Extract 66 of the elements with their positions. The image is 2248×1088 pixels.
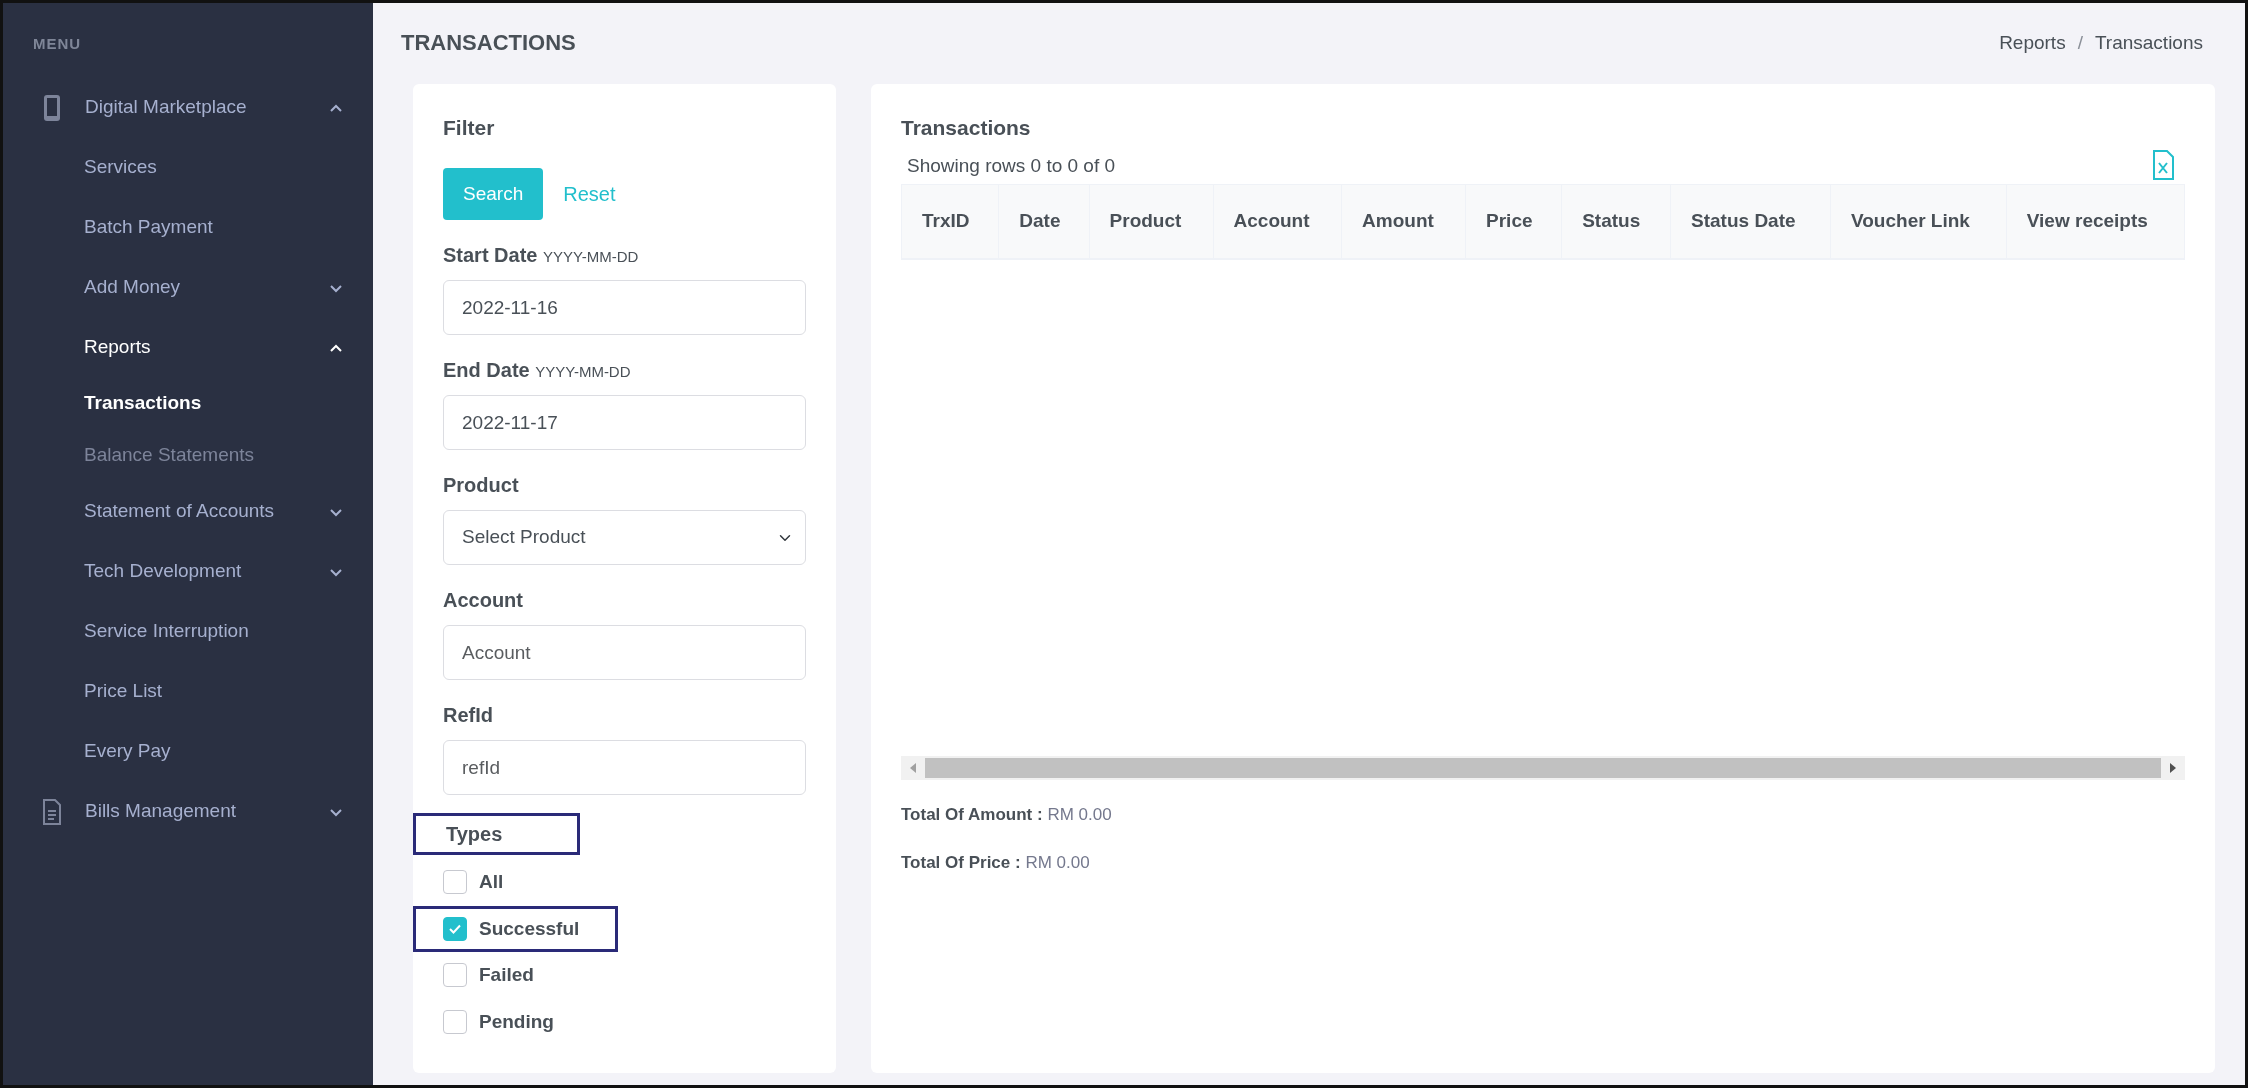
column-header[interactable]: TrxID (901, 184, 999, 259)
sidebar-item[interactable]: Every Pay (3, 721, 373, 782)
scrollbar-thumb[interactable] (925, 758, 2161, 778)
checkbox-label: Successful (479, 916, 580, 941)
menu-heading: MENU (32, 34, 83, 54)
chevron-down-icon (329, 506, 343, 517)
sidebar-item[interactable]: Price List (3, 661, 373, 722)
input-field[interactable]: Account (443, 625, 806, 680)
chevron-up-icon (329, 342, 343, 353)
sidebar-item[interactable]: Add Money (3, 257, 373, 318)
input-field[interactable]: refId (443, 740, 806, 795)
column-header[interactable]: Status Date (1670, 184, 1831, 259)
sidebar-item[interactable]: Reports (3, 317, 373, 378)
field-label: Start Date YYYY-MM-DD (443, 243, 640, 268)
types-label: Types (413, 813, 581, 855)
input-field[interactable]: 2022-11-16 (443, 280, 806, 335)
chevron-down-icon (329, 282, 343, 293)
field-label: End Date YYYY-MM-DD (443, 358, 632, 383)
column-header[interactable]: Price (1465, 184, 1562, 259)
sidebar-item[interactable]: Bills Management (3, 781, 373, 842)
phone-icon (41, 93, 63, 122)
sidebar-item[interactable]: Tech Development (3, 541, 373, 602)
page-title: TRANSACTIONS (401, 30, 576, 57)
sidebar-item[interactable]: Digital Marketplace (3, 77, 373, 138)
document-icon (41, 797, 63, 826)
column-header[interactable]: Status (1561, 184, 1671, 259)
excel-export-icon[interactable] (2152, 150, 2175, 180)
column-header[interactable]: Voucher Link (1830, 184, 2007, 259)
sidebar-item[interactable]: Balance Statements (3, 429, 373, 482)
field-label: Product (443, 473, 520, 498)
sidebar-item[interactable]: Service Interruption (3, 601, 373, 662)
chevron-down-icon (329, 806, 343, 817)
rows-summary: Showing rows 0 to 0 of 0 (907, 153, 1116, 178)
horizontal-scrollbar[interactable] (901, 756, 2185, 780)
checkmark-icon (449, 923, 461, 934)
checkbox-label: Pending (479, 1009, 554, 1034)
checkbox[interactable] (443, 963, 467, 988)
column-header[interactable]: Product (1089, 184, 1214, 259)
column-header[interactable]: Date (998, 184, 1090, 259)
breadcrumb-link[interactable]: Reports (1999, 32, 2066, 54)
column-header[interactable]: Account (1213, 184, 1342, 259)
sidebar-item[interactable]: Services (3, 137, 373, 198)
filter-title: Filter (443, 115, 496, 141)
field-label: RefId (443, 703, 494, 728)
card-title: Transactions (901, 115, 1032, 141)
breadcrumb-separator: / (2077, 32, 2083, 54)
sidebar-item[interactable]: Batch Payment (3, 197, 373, 258)
field-label: Account (443, 588, 524, 613)
checkbox[interactable] (443, 870, 467, 895)
scroll-left-icon (910, 763, 916, 773)
checkbox[interactable] (443, 916, 467, 941)
total-line: Total Of Price : RM 0.00 (901, 851, 1091, 874)
checkbox[interactable] (443, 1009, 467, 1034)
checkbox-label: Failed (479, 963, 534, 987)
total-line: Total Of Amount : RM 0.00 (901, 804, 1113, 826)
product-select[interactable]: Select Product (443, 510, 806, 565)
scroll-right-icon (2170, 763, 2176, 773)
chevron-down-icon (329, 566, 343, 577)
column-header[interactable]: Amount (1341, 184, 1466, 259)
sidebar-item[interactable]: Transactions (3, 377, 373, 430)
input-field[interactable]: 2022-11-17 (443, 395, 806, 450)
sidebar-item[interactable]: Statement of Accounts (3, 481, 373, 542)
checkbox-label: All (479, 870, 504, 894)
column-header[interactable]: View receipts (2006, 184, 2185, 259)
breadcrumb-current: Transactions (2094, 32, 2203, 54)
chevron-up-icon (329, 102, 343, 113)
